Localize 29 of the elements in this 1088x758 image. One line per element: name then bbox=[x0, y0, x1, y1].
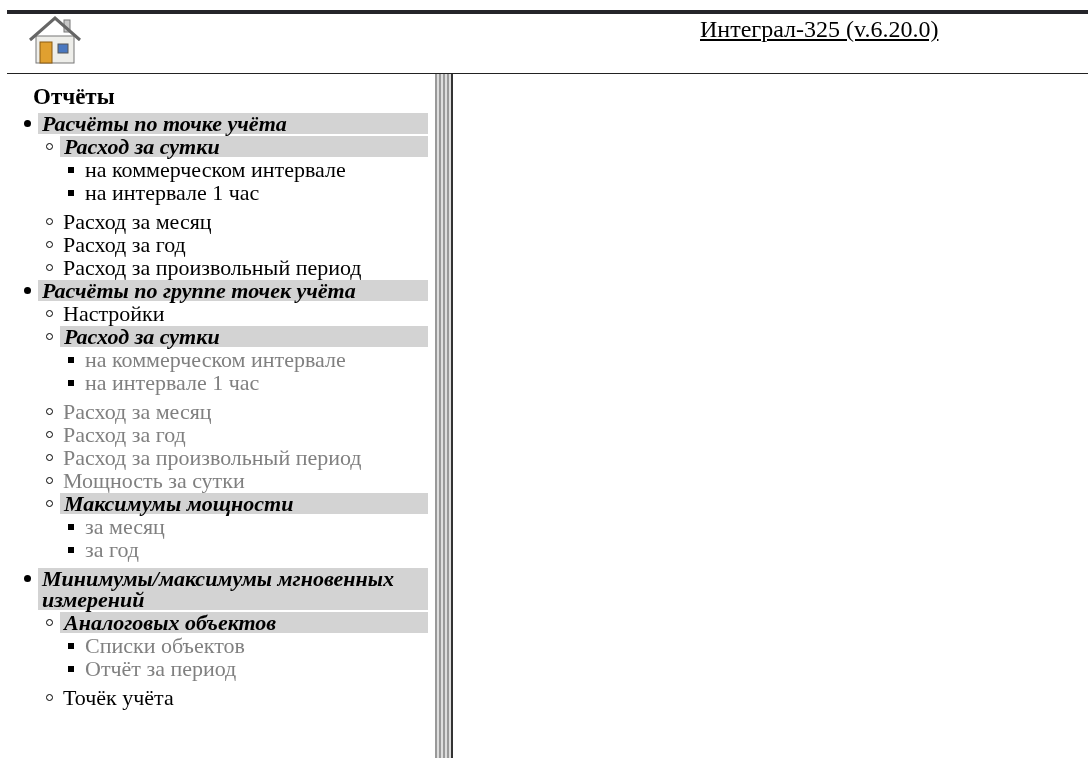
menu-item[interactable]: Расход за год bbox=[60, 233, 186, 256]
menu-group-header[interactable]: Минимумы/максимумы мгновенных измерений bbox=[38, 568, 428, 610]
splitter[interactable] bbox=[435, 74, 453, 758]
menu-item[interactable]: Расход за произвольный период bbox=[60, 256, 362, 279]
bullet-icon bbox=[68, 642, 74, 649]
menu-item[interactable]: Точёк учёта bbox=[60, 686, 174, 709]
menu-group-header[interactable]: Расход за сутки bbox=[60, 136, 428, 157]
bullet-icon bbox=[23, 575, 31, 582]
home-icon[interactable] bbox=[28, 16, 82, 64]
menu-group-header[interactable]: Расчёты по точке учёта bbox=[38, 113, 428, 134]
menu-item[interactable]: Расход за месяц bbox=[60, 210, 212, 233]
bullet-icon bbox=[68, 665, 74, 672]
bullet-icon bbox=[68, 546, 74, 553]
menu-group-header[interactable]: Аналоговых объектов bbox=[60, 612, 428, 633]
menu-item[interactable]: Настройки bbox=[60, 302, 165, 325]
app-title-link[interactable]: Интеграл-325 (v.6.20.0) bbox=[700, 16, 939, 43]
menu-group-header[interactable]: Расход за сутки bbox=[60, 326, 428, 347]
bullet-icon bbox=[68, 166, 74, 173]
bullet-icon bbox=[68, 356, 74, 363]
menu-group-header[interactable]: Максимумы мощности bbox=[60, 493, 428, 514]
bullet-icon bbox=[68, 189, 74, 196]
menu-item[interactable]: на коммерческом интервале bbox=[82, 158, 346, 181]
menu-item[interactable]: на интервале 1 час bbox=[82, 181, 260, 204]
bullet-icon bbox=[23, 120, 31, 127]
bullet-icon bbox=[68, 523, 74, 530]
menu-group-header[interactable]: Расчёты по группе точек учёта bbox=[38, 280, 428, 301]
bullet-icon bbox=[68, 379, 74, 386]
bullet-icon bbox=[23, 287, 31, 294]
sidebar-heading: Отчёты bbox=[33, 84, 116, 110]
